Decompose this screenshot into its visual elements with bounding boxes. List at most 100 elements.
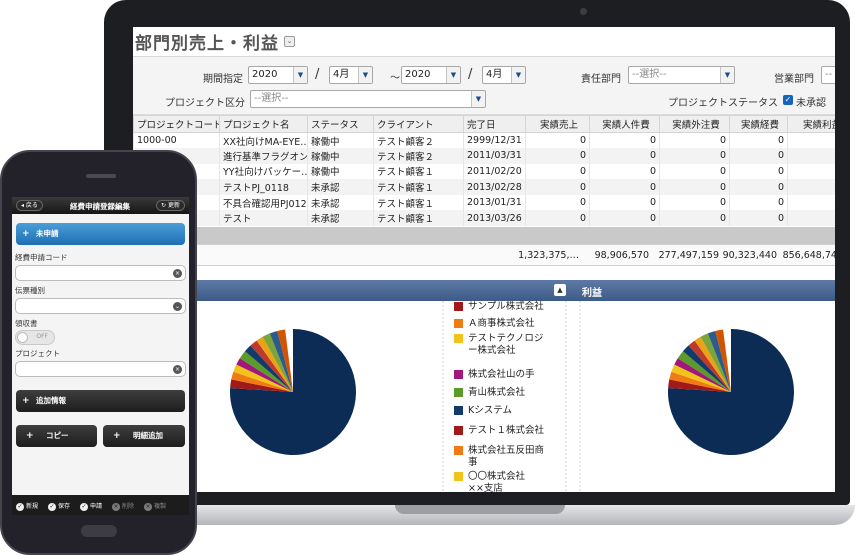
- table-cell: 進行基準フラグオン: [219, 148, 308, 164]
- legend-item[interactable]: サンプル株式会社: [454, 301, 548, 313]
- voucher-type-select[interactable]: ⌄: [15, 298, 186, 314]
- status-section-header[interactable]: + 未申請: [16, 223, 185, 245]
- refresh-button[interactable]: ↻ 更新: [156, 200, 185, 211]
- copy-button[interactable]: + コピー: [16, 425, 97, 447]
- home-button[interactable]: [81, 525, 117, 537]
- table-row[interactable]: YY社向けパッケー…稼働中テスト顧客１2011/02/2000000: [133, 163, 835, 180]
- table-cell: 稼働中: [307, 148, 374, 164]
- legend-item[interactable]: 株式会社山の手: [454, 369, 548, 381]
- to-year-select[interactable]: 2020 ▼: [401, 66, 461, 84]
- column-header[interactable]: 実績外注費: [659, 115, 730, 133]
- table-cell: 1000-00: [133, 132, 220, 149]
- add-detail-button[interactable]: + 明細追加: [103, 425, 185, 447]
- table-row[interactable]: テストPJ_0118未承認テスト顧客１2013/02/2800000: [133, 179, 835, 195]
- column-header[interactable]: 実績売上: [525, 115, 590, 133]
- table-cell: 0: [525, 210, 590, 227]
- legend-item[interactable]: 青山株式会社: [454, 387, 548, 399]
- plus-icon: +: [26, 431, 34, 441]
- table-cell: 0: [659, 163, 730, 180]
- extra-info-section-header[interactable]: + 追加情報: [16, 390, 185, 412]
- footer-action[interactable]: ✓ 申請: [80, 501, 102, 511]
- table-cell: YY社向けパッケー…: [219, 163, 308, 180]
- legend-item[interactable]: Ａ商事株式会社: [454, 318, 548, 330]
- legend-item[interactable]: テスト１株式会社: [454, 425, 548, 437]
- legend-swatch: [454, 370, 463, 379]
- column-header[interactable]: 実績人件費: [589, 115, 660, 133]
- table-cell: テスト顧客１: [373, 194, 464, 211]
- receipt-label: 領収書: [15, 319, 38, 328]
- table-cell: 0: [525, 179, 590, 195]
- footer-action[interactable]: ✓ 保存: [48, 501, 70, 511]
- project-type-select[interactable]: --選択-- ▼: [250, 90, 486, 108]
- column-header[interactable]: 完了日: [463, 115, 526, 133]
- column-header[interactable]: 実績経費: [729, 115, 788, 133]
- table-cell: 0: [787, 148, 835, 164]
- legend-item[interactable]: 株式会社五反田商事: [454, 445, 548, 469]
- chevron-down-icon: ▼: [293, 67, 307, 83]
- close-icon: ×: [144, 503, 152, 511]
- table-cell: 0: [525, 163, 590, 180]
- from-year-select[interactable]: 2020 ▼: [248, 66, 308, 84]
- sales-dept-select[interactable]: --: [821, 66, 835, 84]
- project-table: プロジェクトコード プロジェクト名 ステータス クライアント 完了日 実績売上 実績人件費実…: [133, 115, 835, 227]
- legend-label: テスト１株式会社: [468, 425, 545, 436]
- project-input[interactable]: ×: [15, 361, 186, 377]
- receipt-toggle[interactable]: OFF: [15, 330, 55, 345]
- unapproved-checkbox[interactable]: ✓: [783, 95, 793, 105]
- table-cell: テスト: [219, 210, 308, 227]
- legend-swatch: [454, 472, 463, 481]
- chart-title: 利益: [582, 288, 602, 299]
- desktop-screen: 部門別売上・利益 ⌄ 期間指定 2020 ▼ / 4月 ▼ ～ 2020 ▼ / 4月…: [133, 27, 835, 492]
- slash-separator: /: [315, 67, 320, 82]
- column-header[interactable]: プロジェクトコード: [133, 115, 220, 133]
- triangle-up-icon[interactable]: ▲: [554, 284, 566, 296]
- footer-action-label: 新規: [26, 503, 39, 510]
- footer-action: × 複製: [144, 501, 166, 511]
- table-cell: 2011/03/31: [463, 148, 526, 164]
- legend-item[interactable]: 〇〇株式会社 ××支店: [454, 471, 548, 492]
- footer-action-label: 複製: [154, 503, 167, 510]
- table-row[interactable]: テスト未承認テスト顧客１2013/03/2600000: [133, 210, 835, 227]
- webcam: [580, 8, 587, 15]
- table-cell: 未承認: [307, 179, 374, 195]
- table-cell: テスト顧客２: [373, 132, 464, 149]
- clear-icon[interactable]: ×: [173, 365, 182, 374]
- table-cell: 未承認: [307, 210, 374, 227]
- legend-label: Kシステム: [468, 405, 512, 416]
- from-month-select[interactable]: 4月 ▼: [329, 66, 373, 84]
- project-label: プロジェクト: [15, 349, 60, 358]
- to-month-select[interactable]: 4月 ▼: [482, 66, 526, 84]
- dept-select[interactable]: --選択-- ▼: [628, 66, 735, 84]
- footer-action[interactable]: ✓ 新規: [16, 501, 38, 511]
- column-header[interactable]: クライアント: [373, 115, 464, 133]
- footer-action-label: 保存: [58, 503, 71, 510]
- expense-code-input[interactable]: ×: [15, 265, 186, 281]
- legend-swatch: [454, 406, 463, 415]
- table-cell: 2013/03/26: [463, 210, 526, 227]
- back-button[interactable]: ◂ 戻る: [16, 200, 43, 211]
- table-cell: 0: [589, 210, 660, 227]
- table-cell: 0: [525, 148, 590, 164]
- table-cell: テスト顧客１: [373, 179, 464, 195]
- horizontal-scrollbar[interactable]: [133, 227, 835, 245]
- phone-footer-toolbar: ✓ 新規 ✓ 保存 ✓ 申請 × 削除 × 複製: [12, 495, 189, 515]
- total-value: 98,906,570: [594, 250, 649, 262]
- legend-item[interactable]: テストテクノロジー株式会社: [454, 333, 548, 357]
- range-tilde: ～: [390, 73, 400, 84]
- double-chevron-down-icon[interactable]: ⌄: [284, 36, 295, 47]
- table-header-row: プロジェクトコード プロジェクト名 ステータス クライアント 完了日 実績売上 実績人件費実…: [133, 115, 835, 133]
- table-row[interactable]: 進行基準フラグオン稼働中テスト顧客２2011/03/3100000: [133, 148, 835, 164]
- plus-icon: +: [22, 396, 30, 406]
- column-header[interactable]: ステータス: [307, 115, 374, 133]
- clear-icon[interactable]: ×: [173, 269, 182, 278]
- table-row[interactable]: 1000-00 XX社向けMA-EYE… 稼働中 テスト顧客２ 2999/12/31 0 0…: [133, 132, 835, 149]
- project-status-label: プロジェクトステータス: [668, 98, 778, 109]
- legend-label: 株式会社五反田商事: [468, 445, 545, 468]
- table-cell: 2011/02/20: [463, 163, 526, 180]
- table-row[interactable]: 不具合確認用PJ0125未承認テスト顧客１2013/01/3100000: [133, 194, 835, 211]
- close-icon: ×: [112, 503, 120, 511]
- column-header[interactable]: プロジェクト名: [219, 115, 308, 133]
- legend-item[interactable]: Kシステム: [454, 405, 548, 417]
- column-header[interactable]: 実績利益: [787, 115, 835, 133]
- chevron-down-icon: ▼: [471, 91, 485, 107]
